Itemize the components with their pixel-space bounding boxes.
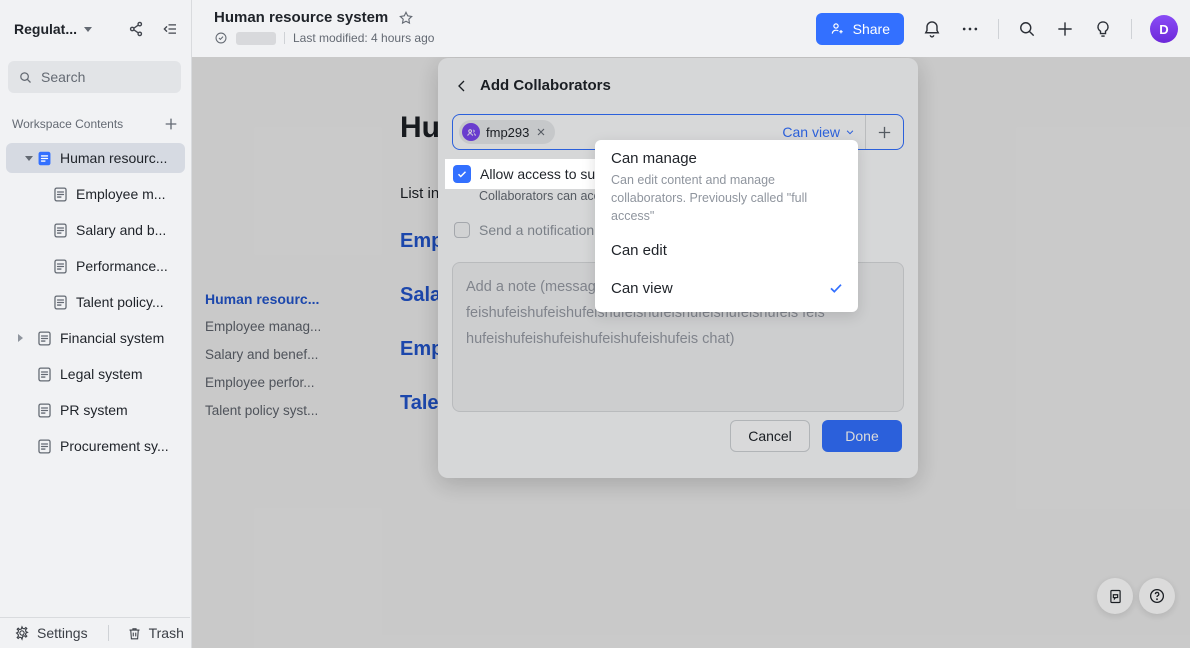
search-icon bbox=[18, 70, 33, 85]
doc-icon bbox=[36, 330, 53, 347]
sidebar-item-label: Talent policy... bbox=[76, 294, 164, 310]
shield-check-icon bbox=[214, 31, 228, 45]
workspace-name[interactable]: Regulat... bbox=[14, 21, 77, 37]
add-page-icon[interactable] bbox=[163, 116, 179, 132]
sidebar-item-procurement[interactable]: Procurement sy... bbox=[6, 431, 185, 461]
new-doc-icon[interactable] bbox=[1055, 19, 1075, 39]
trash-button[interactable]: Trash bbox=[127, 625, 184, 641]
sidebar-item-label: Human resourc... bbox=[60, 150, 167, 166]
gear-icon bbox=[14, 625, 30, 641]
person-add-icon bbox=[830, 21, 846, 37]
chevron-down-icon bbox=[84, 27, 92, 32]
permission-dropdown-menu: Can manage Can edit content and manage c… bbox=[595, 140, 858, 312]
topbar-divider bbox=[1131, 19, 1132, 39]
sidebar-item-performance[interactable]: Performance... bbox=[6, 251, 185, 281]
search-placeholder: Search bbox=[41, 69, 85, 85]
caret-down-icon[interactable] bbox=[25, 156, 33, 161]
menu-item-can-manage[interactable]: Can manage bbox=[611, 150, 697, 167]
share-nodes-icon[interactable] bbox=[127, 20, 145, 38]
sidebar-item-label: Procurement sy... bbox=[60, 438, 169, 454]
star-icon[interactable] bbox=[398, 10, 414, 26]
page-title: Human resource system bbox=[214, 9, 388, 26]
can-manage-description: Can edit content and manage collaborator… bbox=[611, 171, 841, 225]
sidebar-item-legal[interactable]: Legal system bbox=[6, 359, 185, 389]
doc-title-block: Human resource system Last modified: 4 h… bbox=[214, 9, 434, 45]
sidebar: Regulat... Search Workspace Contents Hum… bbox=[0, 0, 192, 648]
sidebar-item-financial[interactable]: Financial system bbox=[6, 323, 185, 353]
share-button[interactable]: Share bbox=[816, 13, 904, 45]
doc-icon bbox=[36, 402, 53, 419]
sidebar-item-human-resource[interactable]: Human resourc... bbox=[6, 143, 185, 173]
subrow-divider bbox=[284, 32, 285, 44]
allow-subpages-checkbox-checked[interactable] bbox=[453, 165, 471, 183]
sidebar-item-label: Financial system bbox=[60, 330, 164, 346]
avatar-initial: D bbox=[1159, 22, 1168, 37]
sidebar-footer: Settings Trash bbox=[0, 617, 190, 648]
bell-icon[interactable] bbox=[922, 19, 942, 39]
workspace-tree: Human resourc... Employee m... Salary an… bbox=[6, 143, 185, 467]
collapse-sidebar-icon[interactable] bbox=[161, 20, 179, 38]
sidebar-item-label: Salary and b... bbox=[76, 222, 166, 238]
topbar: Human resource system Last modified: 4 h… bbox=[192, 0, 1190, 57]
doc-icon bbox=[36, 438, 53, 455]
sidebar-search-input[interactable]: Search bbox=[8, 61, 181, 93]
menu-item-can-edit[interactable]: Can edit bbox=[611, 242, 667, 259]
topbar-divider bbox=[998, 19, 999, 39]
check-icon bbox=[456, 168, 468, 180]
workspace-contents-header: Workspace Contents bbox=[12, 116, 179, 132]
doc-icon-selected bbox=[36, 150, 53, 167]
sidebar-item-talent-policy[interactable]: Talent policy... bbox=[6, 287, 185, 317]
allow-subpages-label: Allow access to subpages bbox=[480, 166, 597, 182]
trash-label: Trash bbox=[149, 625, 184, 641]
doc-icon bbox=[36, 366, 53, 383]
sidebar-item-label: Legal system bbox=[60, 366, 142, 382]
sidebar-item-label: PR system bbox=[60, 402, 128, 418]
sidebar-item-pr[interactable]: PR system bbox=[6, 395, 185, 425]
workspace-switcher[interactable]: Regulat... bbox=[14, 18, 179, 40]
main-content-region: Human resourc... Employee manag... Salar… bbox=[192, 57, 1190, 648]
section-title: Workspace Contents bbox=[12, 117, 123, 131]
trash-icon bbox=[127, 626, 142, 641]
search-icon[interactable] bbox=[1017, 19, 1037, 39]
doc-icon bbox=[52, 186, 69, 203]
avatar[interactable]: D bbox=[1150, 15, 1178, 43]
allow-subpages-row[interactable]: Allow access to subpages bbox=[445, 159, 597, 189]
caret-right-icon[interactable] bbox=[18, 334, 23, 342]
last-modified-text: Last modified: 4 hours ago bbox=[293, 31, 434, 45]
menu-item-can-view[interactable]: Can view bbox=[611, 280, 673, 297]
footer-divider bbox=[108, 625, 109, 641]
topbar-actions: Share D bbox=[816, 13, 1178, 45]
selected-check-icon bbox=[828, 280, 844, 296]
sidebar-item-salary[interactable]: Salary and b... bbox=[6, 215, 185, 245]
doc-icon bbox=[52, 294, 69, 311]
doc-icon bbox=[52, 222, 69, 239]
sidebar-item-label: Performance... bbox=[76, 258, 168, 274]
more-options-icon[interactable] bbox=[960, 19, 980, 39]
doc-icon bbox=[52, 258, 69, 275]
redacted-badge bbox=[236, 32, 276, 45]
sidebar-item-employee-m[interactable]: Employee m... bbox=[6, 179, 185, 209]
share-label: Share bbox=[853, 21, 890, 37]
lightbulb-icon[interactable] bbox=[1093, 19, 1113, 39]
settings-label: Settings bbox=[37, 625, 88, 641]
sidebar-item-label: Employee m... bbox=[76, 186, 165, 202]
app-window: Regulat... Search Workspace Contents Hum… bbox=[0, 0, 1190, 648]
settings-button[interactable]: Settings bbox=[14, 625, 88, 641]
